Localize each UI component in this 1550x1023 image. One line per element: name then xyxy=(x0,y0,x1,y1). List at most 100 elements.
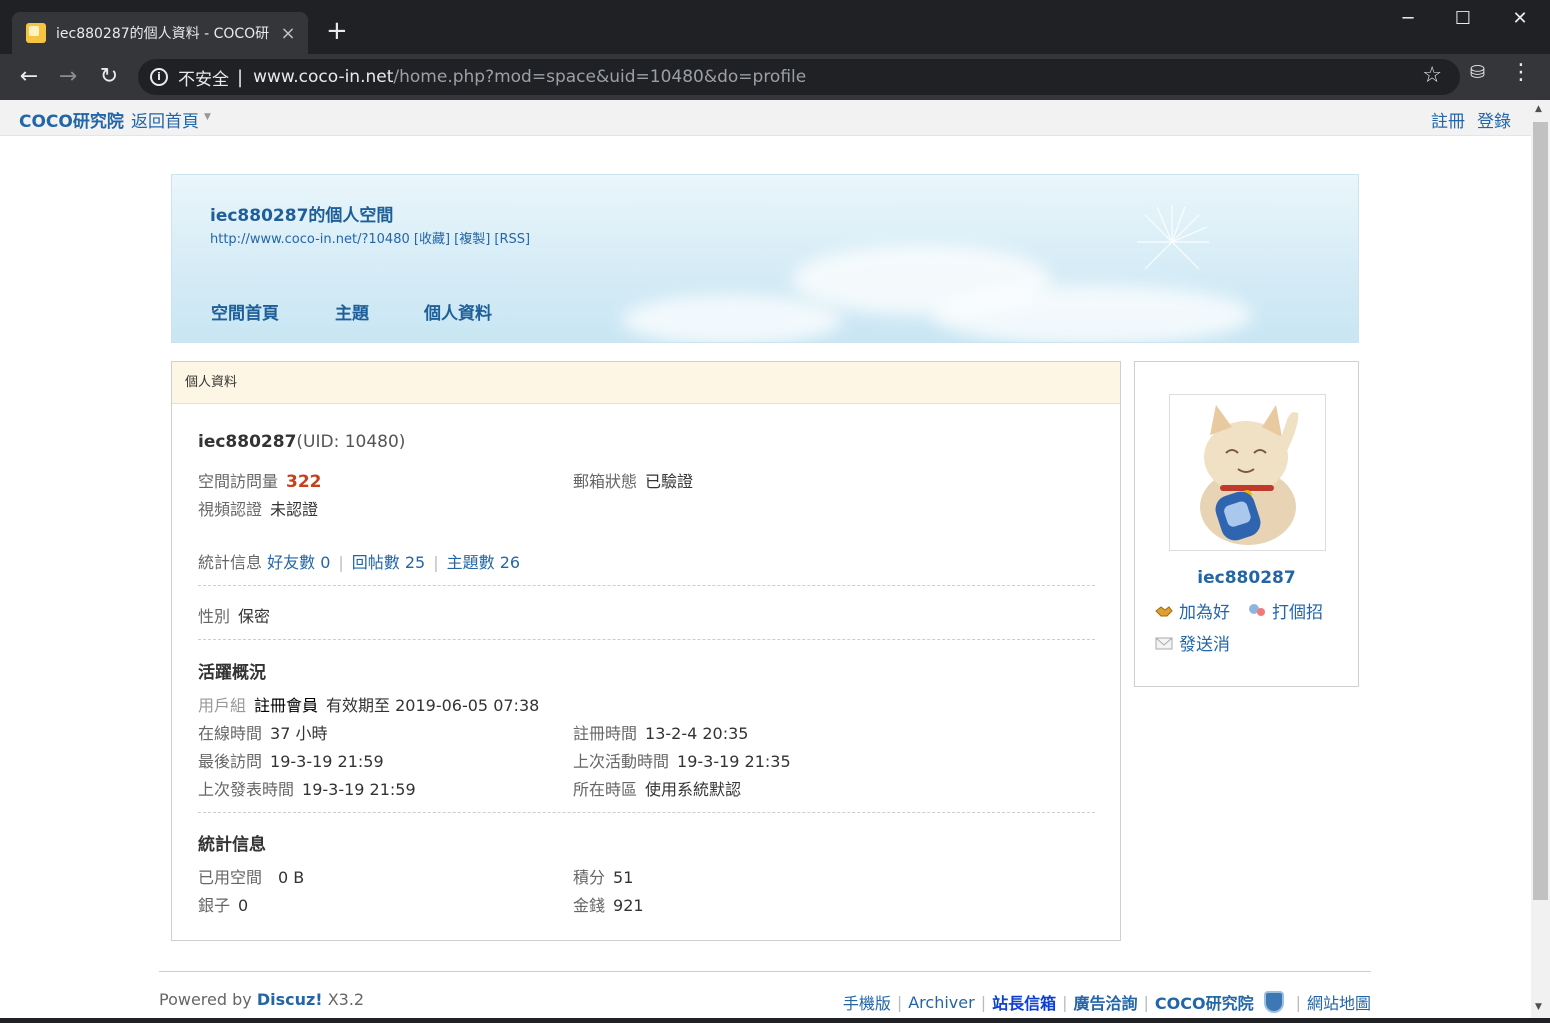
url-host: www.coco-in.net xyxy=(253,67,394,87)
add-friend-label: 加為好 xyxy=(1179,603,1230,623)
friends-count-link[interactable]: 好友數 0 xyxy=(267,553,330,572)
divider xyxy=(198,812,1095,813)
profile-username: iec880287(UID: 10480) xyxy=(198,432,405,452)
email-value: 已驗證 xyxy=(645,472,694,491)
site-info-icon[interactable]: i xyxy=(150,68,168,86)
home-link[interactable]: 返回首頁 xyxy=(131,107,199,132)
browser-menu-icon[interactable]: ⋮ xyxy=(1510,60,1532,85)
poke-button[interactable]: 打個招 xyxy=(1248,598,1323,623)
video-value: 未認證 xyxy=(270,500,319,519)
chevron-down-icon[interactable]: ▼ xyxy=(204,112,211,122)
video-field: 視頻認證 未認證 xyxy=(198,496,318,520)
footer-ads-link[interactable]: 廣告洽詢 xyxy=(1073,990,1137,1014)
footer-divider xyxy=(159,971,1371,972)
visits-label: 空間訪問量 xyxy=(198,472,279,491)
extension-icon[interactable]: ⛁ xyxy=(1470,62,1485,83)
add-friend-button[interactable]: 加為好 xyxy=(1155,598,1230,623)
last-visit-label: 最後訪問 xyxy=(198,752,263,771)
credits-field: 積分 51 xyxy=(573,864,633,888)
register-time-label: 註冊時間 xyxy=(573,724,638,743)
powered-version: X3.2 xyxy=(322,990,365,1009)
cloud-decoration xyxy=(622,295,842,342)
replies-count-link[interactable]: 回帖數 25 xyxy=(352,553,425,572)
forward-button[interactable]: → xyxy=(53,62,83,92)
last-visit-field: 最後訪問 19-3-19 21:59 xyxy=(198,748,384,772)
footer-links: 手機版 | Archiver | 站長信箱 | 廣告洽詢 | COCO研究院 |… xyxy=(843,990,1371,1014)
threads-count-link[interactable]: 主題數 26 xyxy=(447,553,520,572)
discuz-link[interactable]: Discuz! xyxy=(257,990,323,1009)
tab-title: iec880287的個人資料 - COCO研 xyxy=(56,26,270,42)
stats-label: 統計信息 xyxy=(198,553,263,572)
divider xyxy=(198,585,1095,586)
usergroup-label: 用戶組 xyxy=(198,696,247,715)
divider: | xyxy=(1295,992,1301,1012)
silver-value: 0 xyxy=(238,896,249,915)
online-time-label: 在線時間 xyxy=(198,724,263,743)
last-post-field: 上次發表時間 19-3-19 21:59 xyxy=(198,776,416,800)
scroll-thumb[interactable] xyxy=(1533,122,1548,900)
register-time-value: 13-2-4 20:35 xyxy=(645,724,749,743)
site-name-link[interactable]: COCO研究院 xyxy=(19,107,124,132)
profile-panel: 個人資料 iec880287(UID: 10480) 空間訪問量 322 郵箱狀態… xyxy=(171,361,1121,941)
site-favicon-icon xyxy=(26,23,46,43)
address-bar[interactable]: i 不安全 | www.coco-in.net /home.php?mod=sp… xyxy=(138,59,1460,95)
powered-by: Powered by Discuz! X3.2 xyxy=(159,990,364,1009)
site-top-nav: COCO研究院 返回首頁 ▼ 註冊 登錄 xyxy=(0,100,1531,136)
profile-panel-header: 個人資料 xyxy=(172,362,1120,404)
gender-field: 性別 保密 xyxy=(198,603,270,627)
space-url-line[interactable]: http://www.coco-in.net/?10480 [收藏] [複製] … xyxy=(210,228,530,247)
card-username[interactable]: iec880287 xyxy=(1135,568,1358,588)
usergroup-value[interactable]: 註冊會員 xyxy=(254,696,318,715)
email-field: 郵箱狀態 已驗證 xyxy=(573,468,693,492)
address-separator: | xyxy=(237,66,244,88)
footer-site-link[interactable]: COCO研究院 xyxy=(1155,990,1254,1014)
register-link[interactable]: 註冊 xyxy=(1431,107,1465,132)
footer-mobile-link[interactable]: 手機版 xyxy=(843,990,891,1014)
username: iec880287 xyxy=(198,432,297,452)
footer-sitemap-link[interactable]: 網站地圖 xyxy=(1307,990,1371,1014)
browser-tab[interactable]: iec880287的個人資料 - COCO研 × xyxy=(12,12,308,54)
poke-label: 打個招 xyxy=(1272,603,1323,623)
login-link[interactable]: 登錄 xyxy=(1477,107,1511,132)
reload-button[interactable]: ↻ xyxy=(94,62,124,92)
send-message-button[interactable]: 發送消 xyxy=(1155,630,1230,655)
handshake-icon xyxy=(1155,603,1173,619)
gender-label: 性別 xyxy=(198,607,231,626)
insecure-label: 不安全 xyxy=(178,69,229,90)
page-scrollbar[interactable]: ▲ ▼ xyxy=(1531,100,1550,1018)
space-title[interactable]: iec880287的個人空間 xyxy=(210,201,393,226)
tab-profile[interactable]: 個人資料 xyxy=(424,299,492,324)
window-bottom-edge xyxy=(0,1018,1550,1023)
send-message-label: 發送消 xyxy=(1179,635,1230,655)
minimize-button[interactable]: ─ xyxy=(1388,8,1428,29)
tab-space-home[interactable]: 空間首頁 xyxy=(211,299,279,324)
footer-admin-mail-link[interactable]: 站長信箱 xyxy=(992,990,1056,1014)
gold-label: 金錢 xyxy=(573,896,606,915)
bookmark-star-icon[interactable]: ☆ xyxy=(1422,63,1442,88)
online-time-value: 37 小時 xyxy=(270,724,328,743)
timezone-field: 所在時區 使用系統默認 xyxy=(573,776,741,800)
avatar[interactable] xyxy=(1169,394,1326,551)
tab-close-icon[interactable]: × xyxy=(278,23,298,44)
visits-value: 322 xyxy=(286,472,322,492)
new-tab-button[interactable]: + xyxy=(326,16,348,46)
video-label: 視頻認證 xyxy=(198,500,263,519)
divider: | xyxy=(433,553,439,572)
poke-icon xyxy=(1248,603,1266,619)
divider: | xyxy=(980,992,987,1012)
tab-threads[interactable]: 主題 xyxy=(335,299,369,324)
footer-archiver-link[interactable]: Archiver xyxy=(908,993,974,1012)
back-button[interactable]: ← xyxy=(14,62,44,92)
close-window-button[interactable]: ✕ xyxy=(1500,8,1540,29)
online-time-field: 在線時間 37 小時 xyxy=(198,720,327,744)
maximize-button[interactable]: ☐ xyxy=(1443,8,1483,29)
usergroup-field: 用戶組 註冊會員 有效期至 2019-06-05 07:38 xyxy=(198,692,539,716)
browser-tab-bar: iec880287的個人資料 - COCO研 × + ─ ☐ ✕ xyxy=(0,0,1550,54)
security-badge-icon[interactable] xyxy=(1263,991,1284,1013)
used-space-label: 已用空間 xyxy=(198,868,263,887)
last-post-label: 上次發表時間 xyxy=(198,780,295,799)
scroll-down-icon[interactable]: ▼ xyxy=(1535,1002,1542,1012)
cloud-decoration xyxy=(932,285,1252,342)
scroll-up-icon[interactable]: ▲ xyxy=(1535,104,1542,114)
last-active-value: 19-3-19 21:35 xyxy=(677,752,791,771)
